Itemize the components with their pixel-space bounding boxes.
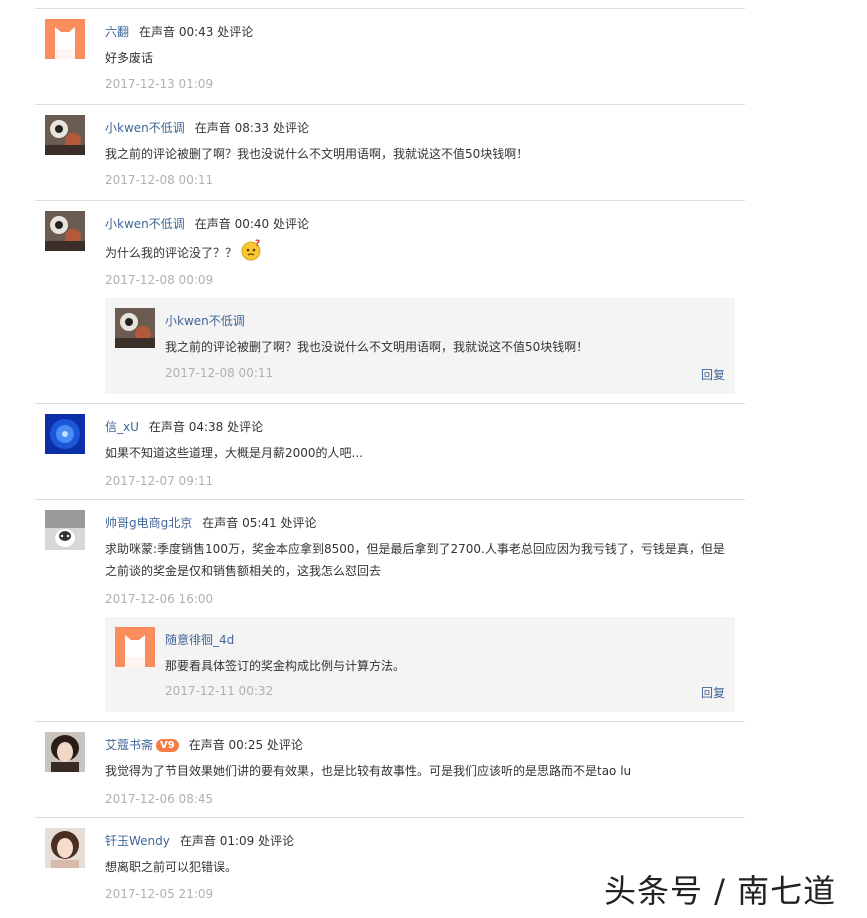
comment-position: 在声音 01:09 处评论 bbox=[179, 834, 295, 848]
comment-item: 信_xU 在声音 04:38 处评论 如果不知道这些道理，大概是月薪2000的人吧… bbox=[35, 403, 745, 500]
comment-time: 2017-12-06 16:00 bbox=[105, 592, 214, 606]
comment-text-row: 为什么我的评论没了？？? bbox=[105, 239, 735, 268]
user-avatar[interactable] bbox=[115, 308, 155, 348]
reply-button[interactable]: 回复 bbox=[701, 366, 725, 383]
thinking-emoji-icon: ? bbox=[240, 239, 262, 268]
user-avatar[interactable] bbox=[45, 732, 85, 772]
comment-time: 2017-12-08 00:09 bbox=[105, 273, 214, 287]
default-cat-avatar-icon bbox=[45, 19, 85, 59]
comment-time: 2017-12-05 21:09 bbox=[105, 887, 214, 901]
user-avatar[interactable] bbox=[45, 115, 85, 155]
comment-item: 小kwen不低调 在声音 08:33 处评论 我之前的评论被删了啊？我也没说什么不… bbox=[35, 104, 745, 201]
username-link[interactable]: 帅哥g电商g北京 bbox=[105, 516, 192, 530]
user-avatar[interactable] bbox=[45, 828, 85, 868]
user-avatar[interactable] bbox=[115, 627, 155, 667]
username-link[interactable]: 小kwen不低调 bbox=[105, 217, 185, 231]
username-link[interactable]: 六翻 bbox=[105, 25, 129, 39]
user-photo-icon bbox=[45, 115, 85, 155]
reply-time: 2017-12-11 00:32 bbox=[165, 684, 274, 698]
comment-position: 在声音 04:38 处评论 bbox=[148, 420, 264, 434]
user-photo-icon bbox=[45, 510, 85, 550]
comment-time: 2017-12-06 08:45 bbox=[105, 792, 214, 806]
user-photo-icon bbox=[45, 732, 85, 772]
comment-position: 在声音 08:33 处评论 bbox=[194, 121, 309, 135]
svg-text:?: ? bbox=[255, 239, 260, 249]
reply-time: 2017-12-08 00:11 bbox=[165, 366, 274, 380]
comment-text: 为什么我的评论没了？？ bbox=[105, 246, 238, 260]
comment-item: 六翻 在声音 00:43 处评论 好多废话 2017-12-13 01:09 bbox=[35, 8, 745, 105]
user-avatar[interactable] bbox=[45, 414, 85, 454]
comment-text: 如果不知道这些道理，大概是月薪2000的人吧... bbox=[105, 446, 363, 460]
default-cat-avatar-icon bbox=[115, 627, 155, 667]
user-photo-icon bbox=[45, 414, 85, 454]
comment-item: 小kwen不低调 在声音 00:40 处评论 为什么我的评论没了？？? 2017-… bbox=[35, 200, 745, 404]
reply-box: 随意徘徊_4d 那要看具体签订的奖金构成比例与计算方法。 2017-12-11 … bbox=[105, 617, 735, 712]
user-photo-icon bbox=[115, 308, 155, 348]
reply-box: 小kwen不低调 我之前的评论被删了啊？我也没说什么不文明用语啊，我就说这不值5… bbox=[105, 298, 735, 394]
level-badge: V9 bbox=[156, 739, 179, 752]
username-link[interactable]: 信_xU bbox=[105, 420, 139, 434]
username-link[interactable]: 随意徘徊_4d bbox=[165, 633, 234, 647]
comment-position: 在声音 00:43 处评论 bbox=[139, 25, 254, 39]
comment-time: 2017-12-08 00:11 bbox=[105, 173, 214, 187]
comment-time: 2017-12-07 09:11 bbox=[105, 474, 214, 488]
reply-text: 我之前的评论被删了啊？我也没说什么不文明用语啊，我就说这不值50块钱啊！ bbox=[165, 340, 589, 354]
reply-button[interactable]: 回复 bbox=[701, 684, 725, 701]
comment-item: 艾蔻书斋 V9 在声音 00:25 处评论 我觉得为了节目效果她们讲的要有效果，也是… bbox=[35, 721, 745, 818]
watermark-text: 头条号 / 南七道 bbox=[604, 872, 837, 910]
comment-item: 帅哥g电商g北京 在声音 05:41 处评论 求助咪蒙:季度销售100万，奖金本应… bbox=[35, 499, 745, 722]
username-link[interactable]: 钎玉Wendy bbox=[105, 834, 170, 848]
comment-position: 在声音 00:25 处评论 bbox=[188, 738, 303, 752]
user-photo-icon bbox=[45, 211, 85, 251]
username-link[interactable]: 艾蔻书斋 bbox=[105, 738, 153, 752]
user-photo-icon bbox=[45, 828, 85, 868]
username-link[interactable]: 小kwen不低调 bbox=[105, 121, 185, 135]
comment-text: 好多废话 bbox=[105, 51, 154, 65]
comment-position: 在声音 05:41 处评论 bbox=[202, 516, 317, 530]
comment-text: 我之前的评论被删了啊？我也没说什么不文明用语啊，我就说这不值50块钱啊！ bbox=[105, 147, 529, 161]
comment-position: 在声音 00:40 处评论 bbox=[194, 217, 309, 231]
comment-text: 我觉得为了节目效果她们讲的要有效果，也是比较有故事性。可是我们应该听的是思路而不… bbox=[105, 764, 632, 778]
comment-time: 2017-12-13 01:09 bbox=[105, 77, 214, 91]
reply-text: 那要看具体签订的奖金构成比例与计算方法。 bbox=[165, 659, 406, 673]
user-avatar[interactable] bbox=[45, 19, 85, 59]
username-link[interactable]: 小kwen不低调 bbox=[165, 314, 245, 328]
comment-text: 求助咪蒙:季度销售100万，奖金本应拿到8500，但是最后拿到了2700.人事老… bbox=[105, 542, 725, 578]
user-avatar[interactable] bbox=[45, 211, 85, 251]
user-avatar[interactable] bbox=[45, 510, 85, 550]
